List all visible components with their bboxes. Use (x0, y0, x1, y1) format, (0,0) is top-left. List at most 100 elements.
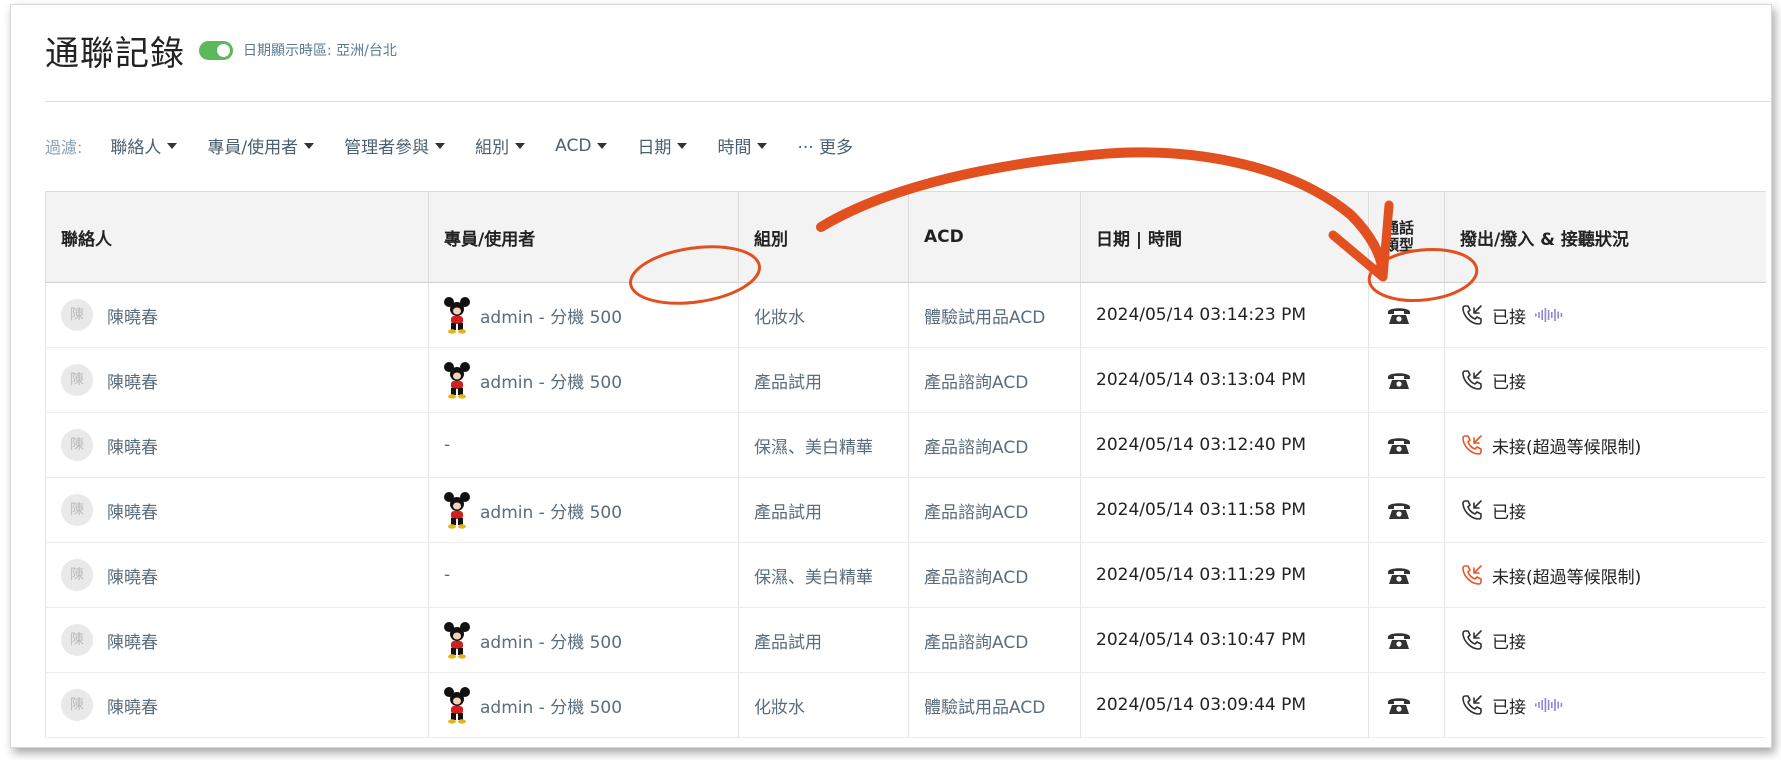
contact-name[interactable]: 陳曉春 (107, 698, 158, 718)
audio-wave-icon[interactable] (1534, 306, 1564, 324)
cell-call-type (1368, 477, 1445, 543)
table-row[interactable]: 陳陳曉春 - 保濕、美白精華 產品諮詢ACD 2024/05/14 03:12:… (45, 412, 1766, 478)
col-header-call-type[interactable]: 通話 類型 (1368, 191, 1445, 283)
call-status-label: 未接(超過等候限制) (1492, 567, 1642, 588)
cell-group: 產品試用 (738, 347, 909, 413)
cell-call-type (1368, 347, 1445, 413)
caret-down-icon (304, 142, 315, 149)
cell-agent[interactable]: admin - 分機 500 (428, 607, 739, 673)
phone-incoming-icon (1462, 695, 1482, 715)
filter-more[interactable]: ··· 更多 (797, 133, 853, 158)
call-status-label: 未接(超過等候限制) (1492, 437, 1642, 458)
cell-group: 產品試用 (738, 607, 909, 673)
contact-name[interactable]: 陳曉春 (107, 503, 158, 523)
table-row[interactable]: 陳陳曉春 admin - 分機 500 化妝水 體驗試用品ACD 2024/05… (45, 282, 1766, 348)
cell-contact[interactable]: 陳陳曉春 (45, 477, 429, 543)
mouse-character-avatar (444, 492, 470, 529)
cell-group: 保濕、美白精華 (738, 542, 909, 608)
cell-status: 已接 (1444, 347, 1766, 413)
page-header: 通聯記錄 日期顯示時區: 亞洲/台北 (45, 25, 397, 75)
agent-name: admin - 分機 500 (480, 502, 623, 523)
cell-agent[interactable]: admin - 分機 500 (428, 347, 739, 413)
cell-agent[interactable]: admin - 分機 500 (428, 282, 739, 348)
cell-agent[interactable]: admin - 分機 500 (428, 477, 739, 543)
table-row[interactable]: 陳陳曉春 - 保濕、美白精華 產品諮詢ACD 2024/05/14 03:11:… (45, 542, 1766, 608)
cell-call-type (1368, 672, 1445, 738)
cell-datetime: 2024/05/14 03:11:58 PM (1080, 477, 1369, 543)
agent-name: admin - 分機 500 (480, 307, 623, 328)
cell-acd: 產品諮詢ACD (908, 542, 1081, 608)
filter-agent-label: 專員/使用者 (207, 138, 299, 158)
header-divider (45, 101, 1771, 102)
contact-avatar: 陳 (61, 494, 93, 526)
filter-date[interactable]: 日期 (637, 133, 688, 158)
cell-status: 已接 (1444, 607, 1766, 673)
cell-contact[interactable]: 陳陳曉春 (45, 542, 429, 608)
cell-agent[interactable]: - (428, 542, 739, 608)
filter-group-label: 組別 (475, 138, 510, 158)
table-row[interactable]: 陳陳曉春 admin - 分機 500 化妝水 體驗試用品ACD 2024/05… (45, 672, 1766, 738)
audio-wave-icon[interactable] (1534, 696, 1564, 714)
cell-contact[interactable]: 陳陳曉春 (45, 672, 429, 738)
contact-name[interactable]: 陳曉春 (107, 568, 158, 588)
cell-status: 未接(超過等候限制) (1444, 542, 1766, 608)
cell-contact[interactable]: 陳陳曉春 (45, 412, 429, 478)
page-title: 通聯記錄 (45, 33, 185, 74)
cell-agent[interactable]: - (428, 412, 739, 478)
cell-datetime: 2024/05/14 03:12:40 PM (1080, 412, 1369, 478)
filter-group[interactable]: 組別 (475, 133, 526, 158)
cell-call-type (1368, 282, 1445, 348)
call-log-window: 通聯記錄 日期顯示時區: 亞洲/台北 過濾: 聯絡人 專員/使用者 管理者參與 … (10, 4, 1772, 748)
filter-manager-label: 管理者參與 (344, 138, 430, 158)
cell-acd: 產品諮詢ACD (908, 412, 1081, 478)
filter-acd[interactable]: ACD (555, 136, 608, 156)
phone-incoming-icon (1462, 500, 1482, 520)
cell-acd: 產品諮詢ACD (908, 477, 1081, 543)
mouse-character-avatar (444, 362, 470, 399)
col-header-agent[interactable]: 專員/使用者 (428, 191, 739, 283)
caret-down-icon (677, 142, 688, 149)
filter-agent[interactable]: 專員/使用者 (207, 133, 315, 158)
contact-name[interactable]: 陳曉春 (107, 308, 158, 328)
phone-incoming-icon (1462, 630, 1482, 650)
cell-contact[interactable]: 陳陳曉春 (45, 607, 429, 673)
phone-incoming-icon (1462, 370, 1482, 390)
contact-name[interactable]: 陳曉春 (107, 438, 158, 458)
agent-name: - (444, 565, 451, 585)
cell-contact[interactable]: 陳陳曉春 (45, 282, 429, 348)
col-header-status[interactable]: 撥出/撥入 & 接聽狀況 (1444, 191, 1766, 283)
phone-incoming-icon (1462, 305, 1482, 325)
table-row[interactable]: 陳陳曉春 admin - 分機 500 產品試用 產品諮詢ACD 2024/05… (45, 607, 1766, 673)
filter-contact-label: 聯絡人 (110, 138, 162, 158)
cell-contact[interactable]: 陳陳曉春 (45, 347, 429, 413)
filter-manager[interactable]: 管理者參與 (344, 133, 446, 158)
call-status-label: 已接 (1492, 307, 1526, 328)
table-row[interactable]: 陳陳曉春 admin - 分機 500 產品試用 產品諮詢ACD 2024/05… (45, 477, 1766, 543)
cell-acd: 產品諮詢ACD (908, 607, 1081, 673)
contact-name[interactable]: 陳曉春 (107, 633, 158, 653)
timezone-toggle[interactable] (199, 40, 233, 60)
cell-agent[interactable]: admin - 分機 500 (428, 672, 739, 738)
col-header-group[interactable]: 組別 (738, 191, 909, 283)
filter-contact[interactable]: 聯絡人 (110, 133, 178, 158)
table-header-row: 聯絡人 專員/使用者 組別 ACD 日期 | 時間 通話 類型 撥出/撥入 & … (45, 191, 1766, 283)
col-header-datetime[interactable]: 日期 | 時間 (1080, 191, 1369, 283)
deskphone-icon (1388, 438, 1410, 454)
col-header-contact[interactable]: 聯絡人 (45, 191, 429, 283)
call-log-table: 聯絡人 專員/使用者 組別 ACD 日期 | 時間 通話 類型 撥出/撥入 & … (45, 191, 1766, 738)
cell-datetime: 2024/05/14 03:10:47 PM (1080, 607, 1369, 673)
phone-missed-icon (1462, 565, 1482, 585)
toggle-knob (217, 43, 230, 57)
contact-name[interactable]: 陳曉春 (107, 373, 158, 393)
filter-time-label: 時間 (717, 138, 752, 158)
cell-status: 已接 (1444, 477, 1766, 543)
cell-datetime: 2024/05/14 03:13:04 PM (1080, 347, 1369, 413)
cell-group: 產品試用 (738, 477, 909, 543)
col-header-acd[interactable]: ACD (908, 191, 1081, 283)
agent-name: admin - 分機 500 (480, 632, 623, 653)
cell-group: 保濕、美白精華 (738, 412, 909, 478)
filter-label: 過濾: (45, 137, 83, 157)
cell-call-type (1368, 607, 1445, 673)
table-row[interactable]: 陳陳曉春 admin - 分機 500 產品試用 產品諮詢ACD 2024/05… (45, 347, 1766, 413)
filter-time[interactable]: 時間 (717, 133, 768, 158)
